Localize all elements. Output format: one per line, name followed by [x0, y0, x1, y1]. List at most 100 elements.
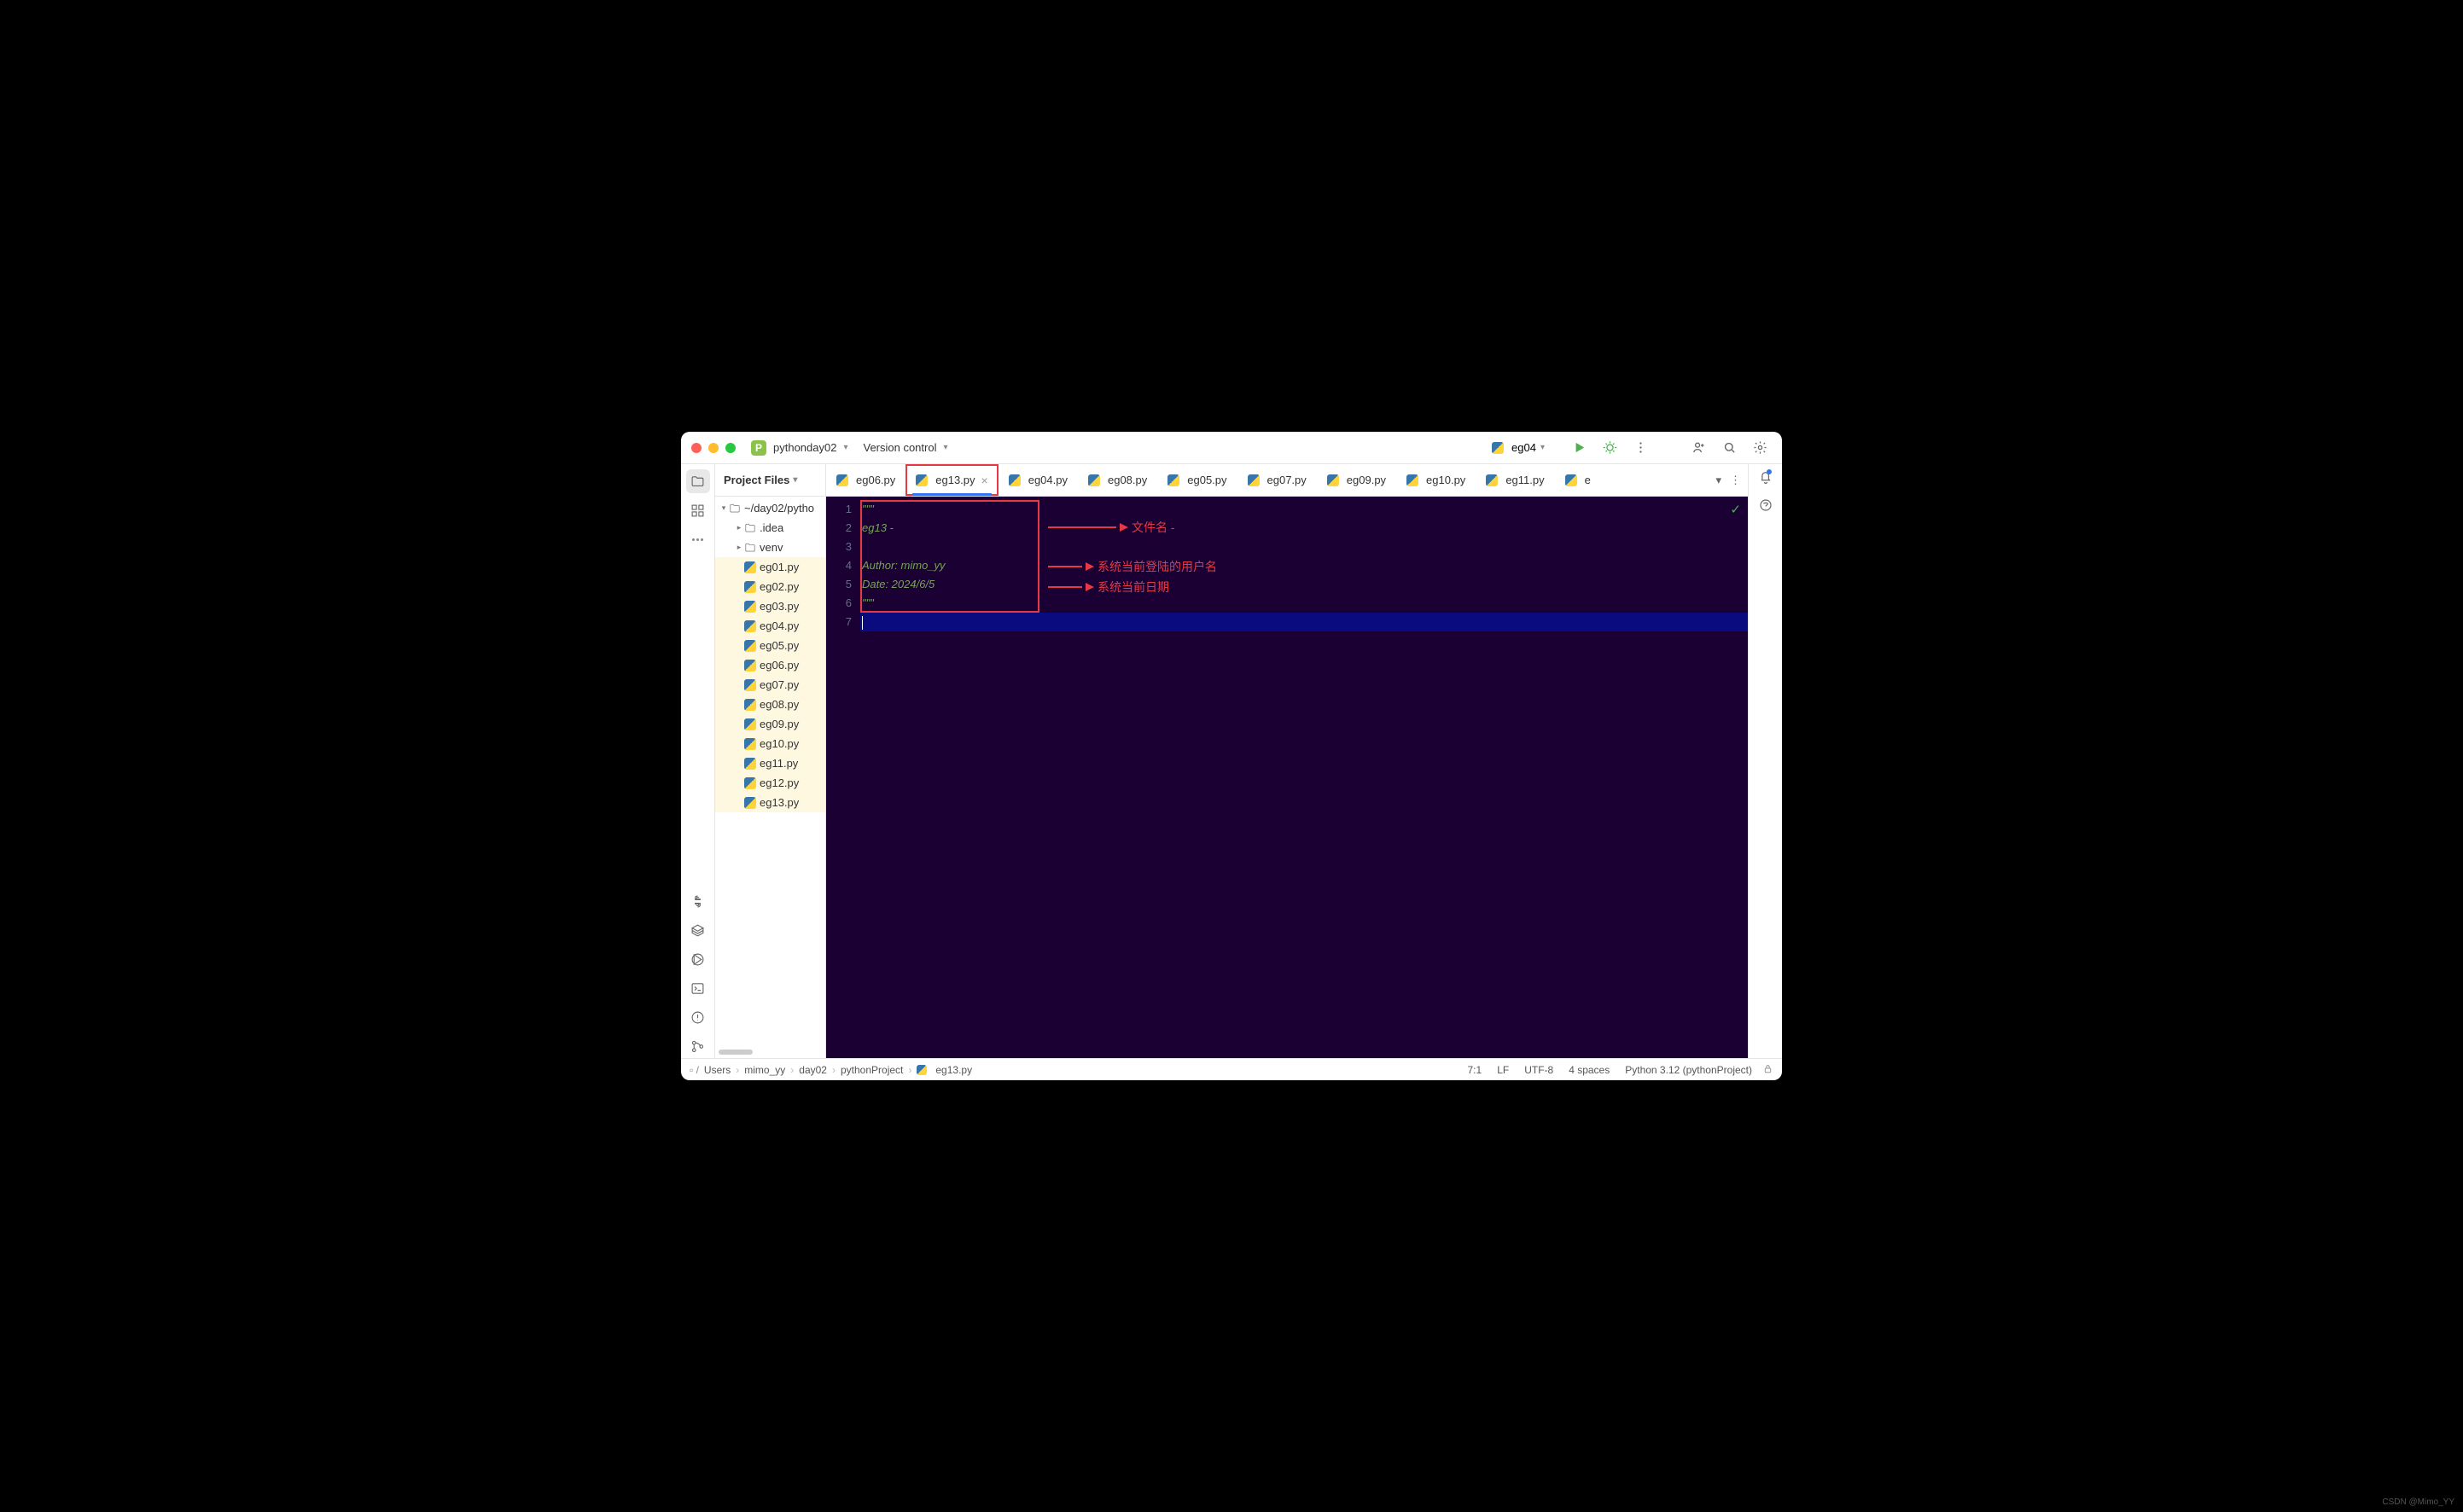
inspection-ok-icon[interactable]: ✓ [1730, 502, 1741, 517]
editor-tab[interactable]: eg11.py [1476, 464, 1554, 496]
search-button[interactable] [1717, 436, 1741, 460]
cursor [862, 616, 863, 630]
project-tool-button[interactable] [686, 469, 710, 493]
tree-file[interactable]: eg03.py [715, 596, 825, 616]
tree-file[interactable]: eg05.py [715, 636, 825, 655]
tree-file[interactable]: eg01.py [715, 557, 825, 577]
structure-tool-button[interactable] [686, 498, 710, 522]
problems-tool-button[interactable] [686, 1005, 710, 1029]
version-control-menu[interactable]: Version control [863, 441, 936, 454]
editor-tab[interactable]: eg10.py [1396, 464, 1476, 496]
tabs-more-button[interactable]: ⋮ [1730, 474, 1741, 487]
horizontal-scrollbar[interactable] [719, 1050, 753, 1055]
tree-file[interactable]: eg09.py [715, 714, 825, 734]
file-encoding[interactable]: UTF-8 [1519, 1064, 1558, 1076]
tab-label: eg07.py [1267, 474, 1307, 486]
tree-file-label: eg05.py [760, 639, 799, 652]
interpreter[interactable]: Python 3.12 (pythonProject) [1620, 1064, 1757, 1076]
tree-file[interactable]: eg08.py [715, 695, 825, 714]
tree-file-label: eg09.py [760, 718, 799, 730]
run-config-selector[interactable]: eg04 ▾ [1485, 439, 1560, 457]
main-body: Project Files ▾ ▾~/day02/pytho ▸.idea ▸v… [681, 464, 1782, 1058]
tree-file[interactable]: eg12.py [715, 773, 825, 793]
editor-tab[interactable]: eg07.py [1237, 464, 1317, 496]
code-line: """ [860, 500, 1748, 519]
right-tool-rail [1748, 464, 1782, 1058]
editor-tab[interactable]: eg04.py [999, 464, 1078, 496]
line-separator[interactable]: LF [1492, 1064, 1514, 1076]
settings-button[interactable] [1748, 436, 1772, 460]
breadcrumb-item[interactable]: day02 [799, 1064, 827, 1076]
left-tool-rail [681, 464, 715, 1058]
editor-tab[interactable]: eg08.py [1078, 464, 1157, 496]
tree-file-label: eg08.py [760, 698, 799, 711]
editor-tab[interactable]: e [1555, 464, 1601, 496]
python-packages-button[interactable] [686, 918, 710, 942]
more-actions-button[interactable] [1628, 436, 1652, 460]
tree-file-label: eg10.py [760, 737, 799, 750]
code-content[interactable]: """ eg13 - Author: mimo_yy Date: 2024/6/… [860, 497, 1748, 1058]
file-tree[interactable]: ▾~/day02/pytho ▸.idea ▸venv eg01.py eg02… [715, 497, 825, 1046]
tab-label: eg04.py [1028, 474, 1068, 486]
more-tools-button[interactable] [686, 527, 710, 551]
tab-label: eg09.py [1347, 474, 1386, 486]
close-window-button[interactable] [691, 443, 702, 453]
ai-assistant-button[interactable] [1758, 497, 1773, 517]
window-controls [691, 443, 736, 453]
python-icon [744, 758, 756, 770]
terminal-tool-button[interactable] [686, 976, 710, 1000]
tree-file[interactable]: eg11.py [715, 753, 825, 773]
editor-tab[interactable]: eg09.py [1317, 464, 1396, 496]
tree-file[interactable]: eg07.py [715, 675, 825, 695]
python-icon [744, 601, 756, 613]
tab-label: eg05.py [1187, 474, 1226, 486]
sidebar-title-label: Project Files [724, 474, 789, 486]
breadcrumb-item[interactable]: pythonProject [841, 1064, 903, 1076]
breadcrumb-item[interactable]: eg13.py [935, 1064, 972, 1076]
indent-setting[interactable]: 4 spaces [1563, 1064, 1615, 1076]
run-button[interactable] [1567, 436, 1591, 460]
notifications-button[interactable] [1758, 469, 1773, 489]
chevron-down-icon[interactable]: ▾ [943, 443, 947, 452]
tool-windows-toggle[interactable]: ▫ / [690, 1064, 699, 1076]
maximize-window-button[interactable] [725, 443, 736, 453]
breadcrumb-item[interactable]: Users [704, 1064, 731, 1076]
tree-folder[interactable]: ▸.idea [715, 518, 825, 538]
tree-root[interactable]: ▾~/day02/pytho [715, 498, 825, 518]
tree-file-label: eg06.py [760, 659, 799, 672]
git-tool-button[interactable] [686, 1034, 710, 1058]
code-line-current [860, 613, 1748, 631]
folder-icon [744, 542, 756, 554]
cursor-position[interactable]: 7:1 [1463, 1064, 1488, 1076]
tree-file-label: eg04.py [760, 619, 799, 632]
tree-file[interactable]: eg13.py [715, 793, 825, 812]
close-tab-icon[interactable]: × [981, 474, 988, 487]
editor-tab[interactable]: eg05.py [1157, 464, 1237, 496]
code-with-me-button[interactable] [1686, 436, 1710, 460]
tree-folder-label: venv [760, 541, 783, 554]
minimize-window-button[interactable] [708, 443, 719, 453]
services-tool-button[interactable] [686, 947, 710, 971]
project-name[interactable]: pythonday02 [773, 441, 836, 454]
debug-button[interactable] [1598, 436, 1622, 460]
editor-tab-active[interactable]: eg13.py× [905, 464, 998, 496]
tree-file[interactable]: eg04.py [715, 616, 825, 636]
chevron-down-icon[interactable]: ▾ [843, 443, 847, 452]
status-bar: ▫ / Users› mimo_yy› day02› pythonProject… [681, 1058, 1782, 1080]
chevron-down-icon: ▾ [793, 475, 797, 485]
tree-file[interactable]: eg10.py [715, 734, 825, 753]
breadcrumb-item[interactable]: mimo_yy [744, 1064, 785, 1076]
python-icon [916, 474, 928, 486]
tabs-dropdown-button[interactable]: ▾ [1715, 474, 1721, 487]
readonly-lock-icon[interactable] [1762, 1063, 1773, 1077]
python-icon [1088, 474, 1100, 486]
project-sidebar: Project Files ▾ ▾~/day02/pytho ▸.idea ▸v… [715, 464, 826, 1058]
titlebar: P pythonday02 ▾ Version control ▾ eg04 ▾ [681, 432, 1782, 464]
tree-file[interactable]: eg02.py [715, 577, 825, 596]
python-console-button[interactable] [686, 889, 710, 913]
editor-tab[interactable]: eg06.py [826, 464, 905, 496]
sidebar-title[interactable]: Project Files ▾ [715, 464, 825, 497]
code-editor[interactable]: 1234567 """ eg13 - Author: mimo_yy Date:… [826, 497, 1748, 1058]
tree-file[interactable]: eg06.py [715, 655, 825, 675]
tree-folder[interactable]: ▸venv [715, 538, 825, 557]
